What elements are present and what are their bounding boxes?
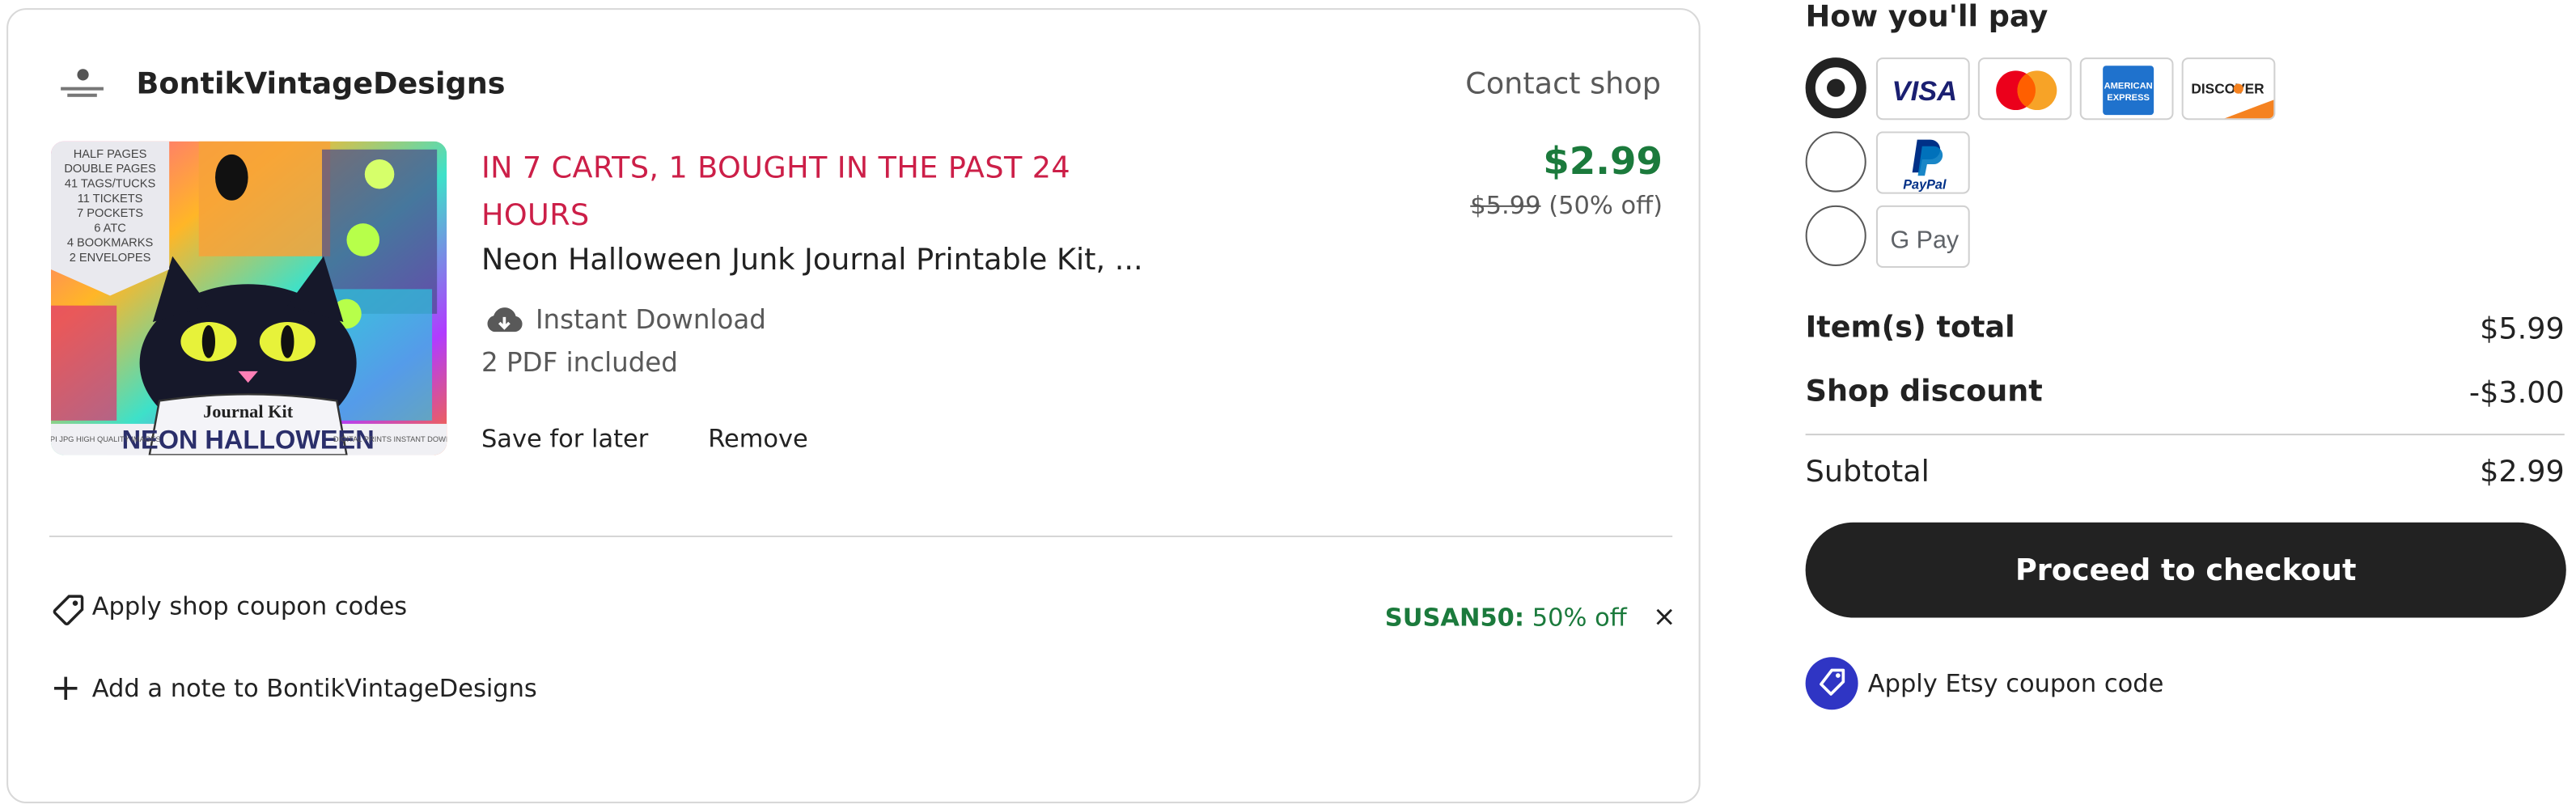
shop-discount-value: -$3.00 bbox=[2468, 376, 2565, 411]
image-text-line: 4 BOOKMARKS bbox=[67, 237, 154, 250]
payment-radio-card[interactable] bbox=[1805, 57, 1866, 119]
coupon-discount: 50% off bbox=[1532, 603, 1627, 633]
remove-coupon-close-icon[interactable]: × bbox=[1653, 601, 1676, 634]
subtotal-label: Subtotal bbox=[1805, 455, 1930, 490]
image-text-line: 7 POCKETS bbox=[77, 207, 143, 220]
proceed-to-checkout-button[interactable]: Proceed to checkout bbox=[1805, 522, 2566, 618]
pdf-included-note: 2 PDF included bbox=[481, 346, 678, 379]
applied-coupon: SUSAN50: 50% off bbox=[1385, 603, 1627, 633]
payment-heading: How you'll pay bbox=[1805, 0, 2049, 35]
shop-logo[interactable] bbox=[50, 59, 114, 109]
discount-note: (50% off) bbox=[1549, 190, 1663, 221]
tag-icon bbox=[53, 593, 86, 626]
plus-icon bbox=[53, 676, 78, 701]
subtotal-value: $2.99 bbox=[2480, 455, 2565, 490]
image-text-line: HALF PAGES bbox=[74, 148, 147, 161]
remove-item-button[interactable]: Remove bbox=[708, 424, 808, 454]
paypal-label: PayPal bbox=[1903, 178, 1947, 193]
current-price: $2.99 bbox=[1543, 141, 1663, 184]
items-total-value: $5.99 bbox=[2480, 311, 2565, 347]
save-for-later-button[interactable]: Save for later bbox=[481, 424, 648, 454]
apply-etsy-coupon-link[interactable]: Apply Etsy coupon code bbox=[1868, 668, 2164, 698]
mastercard-icon bbox=[1977, 57, 2072, 121]
image-text-line: 6 ATC bbox=[94, 222, 126, 235]
shop-discount-label: Shop discount bbox=[1805, 374, 2043, 409]
card-divider bbox=[49, 535, 1673, 538]
summary-divider bbox=[1805, 434, 2565, 436]
google-pay-label: G Pay bbox=[1891, 227, 1960, 254]
discover-label: DISCOVER bbox=[2191, 81, 2265, 97]
svg-text:EXPRESS: EXPRESS bbox=[2107, 93, 2150, 103]
add-note-link[interactable]: Add a note to BontikVintageDesigns bbox=[92, 674, 537, 704]
apply-shop-coupon-link[interactable]: Apply shop coupon codes bbox=[92, 591, 407, 621]
original-price: $5.99 bbox=[1470, 190, 1541, 221]
etsy-coupon-tag-icon[interactable] bbox=[1805, 657, 1858, 710]
image-footer-right: DIGITAL PRINTS INSTANT DOWNLOAD bbox=[333, 435, 447, 443]
instant-download-label: Instant Download bbox=[535, 303, 766, 336]
amex-icon: AMERICAN EXPRESS bbox=[2079, 57, 2174, 121]
cloud-download-icon bbox=[485, 304, 524, 337]
google-pay-icon: G Pay bbox=[1875, 205, 1970, 268]
image-footer-left: 300 DPI JPG HIGH QUALITY IMAGES bbox=[51, 435, 161, 443]
image-text-line: 2 ENVELOPES bbox=[70, 252, 151, 265]
scarcity-notice: IN 7 CARTS, 1 BOUGHT IN THE PAST 24 HOUR… bbox=[481, 150, 1071, 234]
contact-shop-link[interactable]: Contact shop bbox=[1465, 67, 1661, 102]
product-title-link[interactable]: Neon Halloween Junk Journal Printable Ki… bbox=[481, 244, 1143, 278]
image-text-line: 41 TAGS/TUCKS bbox=[65, 177, 156, 190]
svg-text:AMERICAN: AMERICAN bbox=[2104, 82, 2153, 91]
product-image[interactable]: HALF PAGES DOUBLE PAGES 41 TAGS/TUCKS 11… bbox=[50, 141, 447, 455]
payment-radio-paypal[interactable] bbox=[1805, 131, 1866, 193]
items-total-label: Item(s) total bbox=[1805, 310, 2015, 345]
shop-name-link[interactable]: BontikVintageDesigns bbox=[137, 67, 506, 102]
image-banner-top: Journal Kit bbox=[203, 401, 294, 421]
paypal-icon: PayPal bbox=[1875, 131, 1970, 194]
discover-icon: DISCOVER bbox=[2181, 57, 2276, 121]
coupon-code: SUSAN50: bbox=[1384, 603, 1525, 633]
payment-radio-googlepay[interactable] bbox=[1805, 205, 1866, 266]
original-price-block: $5.99 (50% off) bbox=[1470, 191, 1663, 221]
cart-card: BontikVintageDesigns Contact shop HALF P… bbox=[6, 8, 1701, 803]
visa-label: VISA bbox=[1892, 76, 1958, 107]
visa-icon: VISA bbox=[1875, 57, 1970, 121]
image-text-line: DOUBLE PAGES bbox=[64, 163, 156, 176]
image-text-line: 11 TICKETS bbox=[78, 193, 143, 205]
